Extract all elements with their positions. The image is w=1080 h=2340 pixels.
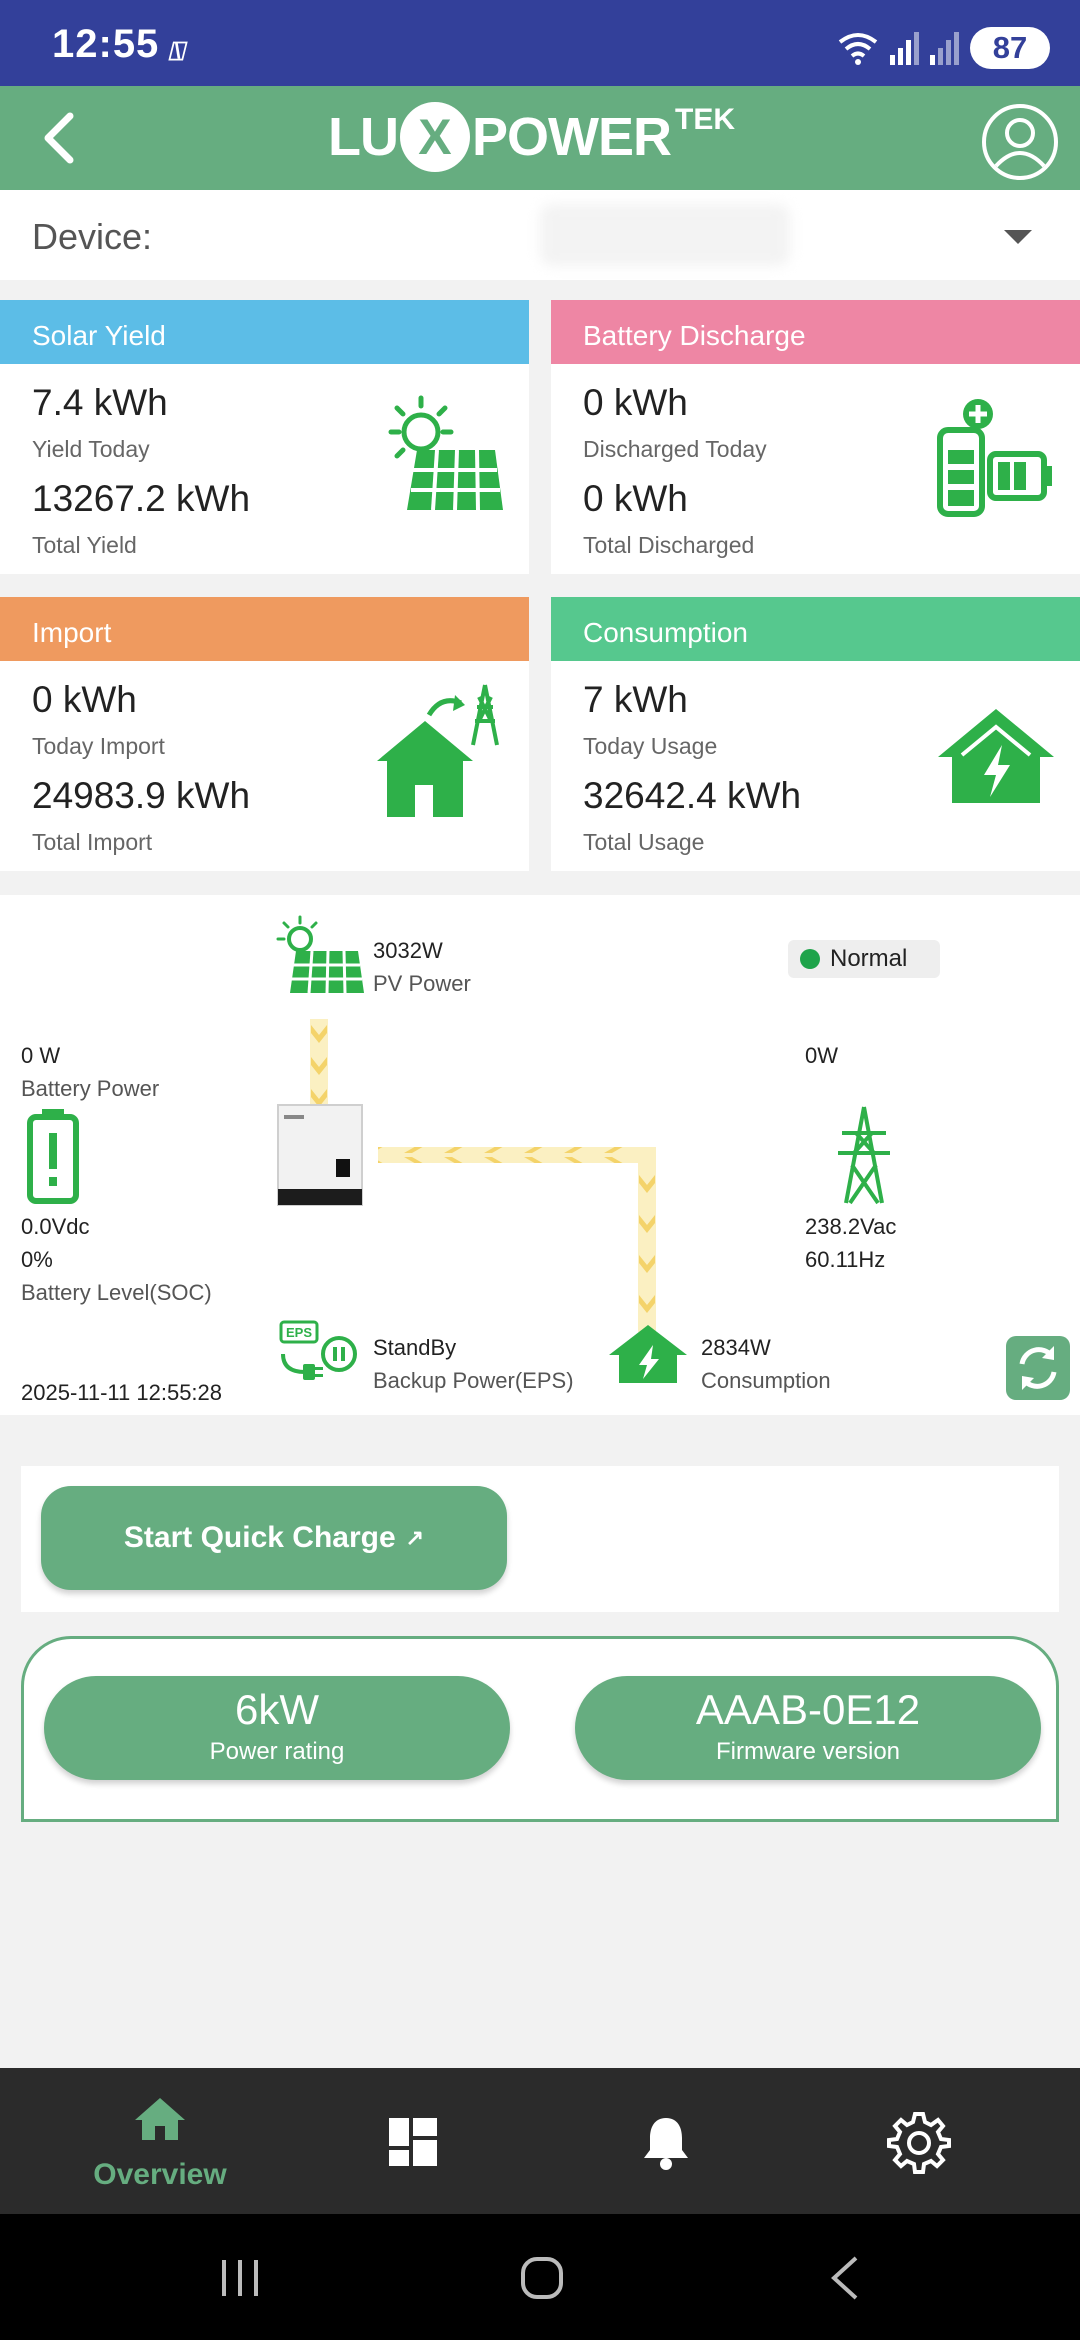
today-import-value: 0 kWh [32, 679, 137, 720]
card-title: Solar Yield [0, 300, 529, 364]
grid-tower-icon [838, 1106, 890, 1205]
yield-today-label: Yield Today [32, 436, 150, 462]
refresh-icon [1019, 1346, 1057, 1390]
total-import-value: 24983.9 kWh [32, 775, 251, 816]
device-info-panel: 6kW Power rating AAAB-0E12 Firmware vers… [21, 1636, 1059, 1822]
eps-status: StandBy [373, 1335, 457, 1360]
today-usage-label: Today Usage [583, 733, 718, 759]
svg-text:EPS: EPS [286, 1325, 312, 1340]
status-time: 12:55 [52, 22, 160, 66]
refresh-button[interactable] [1006, 1336, 1070, 1400]
status-text: Normal [830, 945, 908, 972]
home-circle-icon[interactable] [520, 2256, 564, 2300]
solar-yield-card: Solar Yield 7.4 kWh Yield Today 13267.2 … [0, 300, 529, 574]
pv-power-label: PV Power [373, 971, 471, 996]
status-dot [800, 949, 820, 969]
bell-icon [644, 2118, 688, 2170]
discharged-today-label: Discharged Today [583, 436, 767, 462]
total-yield-value: 13267.2 kWh [32, 478, 251, 519]
device-selector[interactable]: Device: [0, 190, 1080, 280]
card-title: Import [0, 597, 529, 661]
battery-discharge-card: Battery Discharge 0 kWh Discharged Today… [551, 300, 1080, 574]
device-label: Device: [32, 216, 153, 257]
battery-power-label: Battery Power [21, 1076, 160, 1101]
status-icons: 87 [836, 26, 1050, 70]
battery-soc-value: 0% [21, 1247, 53, 1272]
solar-panel-icon [276, 915, 364, 994]
yield-today-value: 7.4 kWh [32, 382, 168, 423]
discharged-today-value: 0 kWh [583, 382, 688, 423]
today-import-label: Today Import [32, 733, 165, 759]
power-rating-value: 6kW [235, 1686, 319, 1733]
battery-soc-label: Battery Level(SOC) [21, 1280, 212, 1305]
battery-voltage: 0.0Vdc [21, 1214, 90, 1239]
back-icon[interactable] [830, 2256, 860, 2300]
house-bolt-icon [609, 1325, 687, 1383]
total-discharged-label: Total Discharged [583, 532, 755, 558]
status-bar: 12:55 ⍂ 87 [0, 0, 1080, 86]
grid-frequency: 60.11Hz [805, 1247, 886, 1272]
external-arrow-icon: ↗ [405, 1525, 425, 1550]
eps-label: Backup Power(EPS) [373, 1368, 574, 1393]
user-avatar-icon[interactable] [980, 102, 1060, 182]
firmware-value: AAAB-0E12 [695, 1686, 921, 1733]
nav-notifications[interactable] [531, 2068, 801, 2214]
house-bolt-icon [938, 709, 1054, 803]
status-badge: Normal [788, 940, 940, 978]
home-icon [135, 2098, 185, 2140]
power-rating-pill: 6kW Power rating [44, 1676, 510, 1780]
import-card: Import 0 kWh Today Import 24983.9 kWh To… [0, 597, 529, 871]
dashboard-icon [389, 2118, 437, 2166]
signal-icon [890, 32, 919, 65]
consumption-label: Consumption [701, 1368, 831, 1393]
solar-panel-icon [388, 395, 503, 511]
total-usage-value: 32642.4 kWh [583, 775, 802, 816]
back-arrow-icon[interactable] [30, 106, 94, 170]
brand-logo: LU X POWER TEK [328, 102, 735, 174]
total-import-label: Total Import [32, 829, 153, 855]
nav-overview-label: Overview [93, 2158, 227, 2191]
card-title: Battery Discharge [551, 300, 1080, 364]
energy-flow-diagram: 3032W PV Power Normal 0 W Battery Power … [0, 895, 1080, 1415]
nav-dashboard[interactable] [278, 2068, 548, 2214]
chevron-down-icon[interactable] [1004, 230, 1032, 244]
recents-icon[interactable] [220, 2258, 262, 2298]
app-header: LU X POWER TEK [0, 86, 1080, 190]
today-usage-value: 7 kWh [583, 679, 688, 720]
battery-power-value: 0 W [21, 1043, 61, 1068]
firmware-pill: AAAB-0E12 Firmware version [575, 1676, 1041, 1780]
gear-icon [887, 2112, 951, 2174]
battery-alert-icon [27, 1109, 79, 1204]
battery-charging-icon [937, 399, 1052, 517]
system-nav-bar [0, 2214, 1080, 2340]
total-usage-label: Total Usage [583, 829, 705, 855]
power-rating-label: Power rating [209, 1738, 345, 1765]
start-quick-charge-button[interactable]: Start Quick Charge ↗ [41, 1486, 507, 1590]
signal-icon [930, 32, 959, 65]
card-title: Consumption [551, 597, 1080, 661]
battery-indicator: 87 [970, 27, 1050, 69]
notification-icon: ⍂ [168, 36, 184, 66]
timestamp: 2025-11-11 12:55:28 [21, 1380, 223, 1405]
device-value [540, 204, 790, 266]
quick-charge-panel: Start Quick Charge ↗ [21, 1466, 1059, 1612]
total-yield-label: Total Yield [32, 532, 137, 558]
consumption-value: 2834W [701, 1335, 771, 1360]
eps-plug-icon: EPS [279, 1320, 357, 1380]
grid-voltage: 238.2Vac [805, 1214, 897, 1239]
quick-charge-label: Start Quick Charge [123, 1521, 396, 1554]
inverter-icon [277, 1104, 363, 1206]
firmware-label: Firmware version [715, 1738, 901, 1765]
nav-overview[interactable]: Overview [25, 2068, 295, 2214]
total-discharged-value: 0 kWh [583, 478, 688, 519]
pv-power-value: 3032W [373, 938, 443, 963]
nav-settings[interactable] [784, 2068, 1054, 2214]
consumption-card: Consumption 7 kWh Today Usage 32642.4 kW… [551, 597, 1080, 871]
wifi-icon [838, 33, 878, 65]
house-grid-icon [377, 684, 499, 817]
grid-power-value: 0W [805, 1043, 838, 1068]
bottom-nav: Overview [0, 2068, 1080, 2214]
